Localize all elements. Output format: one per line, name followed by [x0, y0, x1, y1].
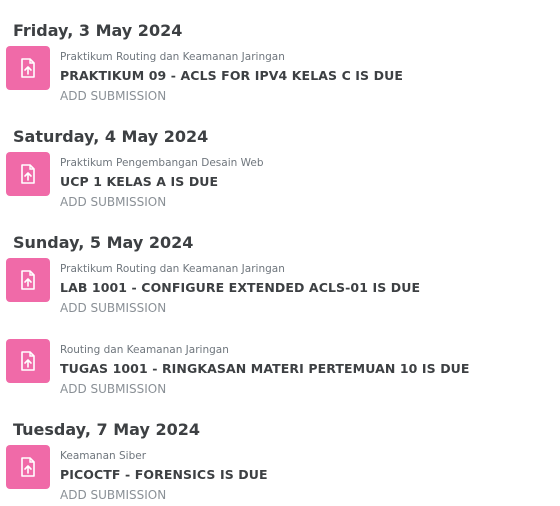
event-course-name: Praktikum Pengembangan Desain Web — [60, 157, 264, 169]
add-submission-link[interactable]: ADD SUBMISSION — [60, 195, 166, 210]
day-heading: Saturday, 4 May 2024 — [13, 127, 209, 146]
event-item: Praktikum Routing dan Keamanan Jaringan … — [0, 46, 560, 106]
assignment-upload-icon[interactable] — [6, 445, 50, 489]
event-course-name: Praktikum Routing dan Keamanan Jaringan — [60, 263, 285, 275]
assignment-upload-icon[interactable] — [6, 152, 50, 196]
day-heading: Friday, 3 May 2024 — [13, 21, 183, 40]
assignment-upload-icon[interactable] — [6, 46, 50, 90]
add-submission-link[interactable]: ADD SUBMISSION — [60, 89, 166, 104]
event-course-name: Keamanan Siber — [60, 450, 147, 462]
add-submission-link[interactable]: ADD SUBMISSION — [60, 382, 166, 397]
day-heading: Sunday, 5 May 2024 — [13, 233, 194, 252]
event-item: Keamanan Siber PICOCTF - FORENSICS IS DU… — [0, 445, 560, 505]
event-course-name: Praktikum Routing dan Keamanan Jaringan — [60, 51, 285, 63]
event-title-link[interactable]: UCP 1 KELAS A IS DUE — [60, 173, 218, 190]
event-item: Routing dan Keamanan Jaringan TUGAS 1001… — [0, 339, 560, 399]
event-title-link[interactable]: LAB 1001 - CONFIGURE EXTENDED ACLS-01 IS… — [60, 279, 420, 296]
event-course-name: Routing dan Keamanan Jaringan — [60, 344, 229, 356]
day-heading: Tuesday, 7 May 2024 — [13, 420, 200, 439]
assignment-upload-icon[interactable] — [6, 339, 50, 383]
event-item: Praktikum Pengembangan Desain Web UCP 1 … — [0, 152, 560, 212]
event-item: Praktikum Routing dan Keamanan Jaringan … — [0, 258, 560, 318]
add-submission-link[interactable]: ADD SUBMISSION — [60, 301, 166, 316]
add-submission-link[interactable]: ADD SUBMISSION — [60, 488, 166, 503]
event-title-link[interactable]: PRAKTIKUM 09 - ACLS FOR IPV4 KELAS C IS … — [60, 67, 403, 84]
event-title-link[interactable]: TUGAS 1001 - RINGKASAN MATERI PERTEMUAN … — [60, 360, 470, 377]
assignment-upload-icon[interactable] — [6, 258, 50, 302]
event-title-link[interactable]: PICOCTF - FORENSICS IS DUE — [60, 466, 268, 483]
